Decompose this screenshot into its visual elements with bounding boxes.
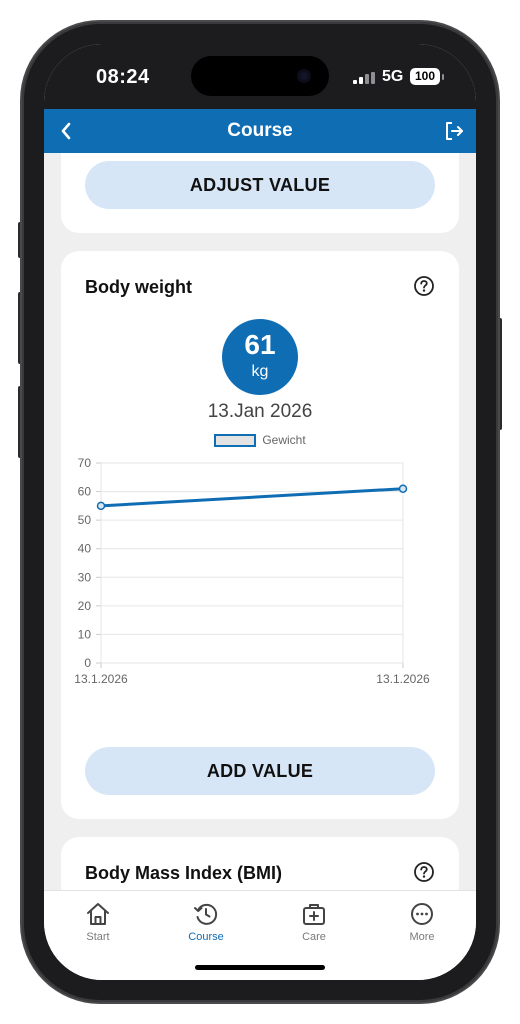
y-tick-label: 20 <box>78 599 92 613</box>
weight-chart: 0 10 20 30 40 50 60 70 13.1.2026 13.1.2026 <box>74 456 430 686</box>
tab-more[interactable]: More <box>382 901 462 949</box>
current-value: 61 <box>244 329 276 360</box>
tab-care[interactable]: Care <box>274 901 354 949</box>
x-tick-label: 13.1.2026 <box>74 672 128 686</box>
legend-label: Gewicht <box>262 433 306 447</box>
x-tick-label: 13.1.2026 <box>376 672 430 686</box>
battery-nub <box>442 74 444 80</box>
previous-card: ADJUST VALUE <box>61 153 459 233</box>
body-weight-card: Body weight 61 kg 13.Jan 2026 Gewicht 0 … <box>61 251 459 819</box>
y-tick-label: 0 <box>84 656 91 670</box>
bmi-card: Body Mass Index (BMI) <box>61 837 459 890</box>
adjust-value-button[interactable]: ADJUST VALUE <box>85 161 435 209</box>
card-title: Body weight <box>85 277 192 297</box>
history-icon <box>194 903 218 925</box>
y-tick-label: 70 <box>78 456 92 470</box>
medical-bag-icon <box>303 904 325 925</box>
more-dots-icon <box>411 903 433 925</box>
home-icon <box>87 903 109 925</box>
tab-label: Start <box>86 931 110 943</box>
tab-course[interactable]: Course <box>166 901 246 949</box>
y-tick-label: 40 <box>78 542 92 556</box>
data-point <box>398 484 408 493</box>
phone-screen: 08:24 5G 100 Course ADJUST VALUE Body we… <box>44 44 476 980</box>
help-circle-icon[interactable] <box>413 275 435 297</box>
app-header: Course <box>44 109 476 153</box>
data-point <box>96 501 106 511</box>
current-value-badge: 61 kg <box>222 319 298 395</box>
tab-bar: Start Course Care More <box>44 890 476 980</box>
camera-icon <box>297 69 311 83</box>
page-title: Course <box>227 120 293 141</box>
network-label: 5G <box>382 68 404 85</box>
signal-icon <box>353 72 377 84</box>
tab-label: More <box>409 931 435 943</box>
status-time: 08:24 <box>96 66 150 88</box>
y-tick-label: 60 <box>78 485 92 499</box>
status-bar: 08:24 5G 100 <box>44 44 476 109</box>
card-title: Body Mass Index (BMI) <box>85 863 283 883</box>
y-tick-label: 50 <box>78 513 92 527</box>
battery-icon: 100 <box>410 68 440 85</box>
chevron-left-icon[interactable] <box>54 109 78 153</box>
tab-label: Care <box>302 931 326 943</box>
home-indicator <box>195 965 325 970</box>
dynamic-island <box>191 56 329 96</box>
y-tick-label: 30 <box>78 570 92 584</box>
logout-icon[interactable] <box>442 109 466 153</box>
tab-start[interactable]: Start <box>58 901 138 949</box>
tab-label: Course <box>188 931 224 943</box>
help-circle-icon[interactable] <box>413 861 435 883</box>
scroll-content[interactable]: ADJUST VALUE Body weight 61 kg 13.Jan 20… <box>44 153 476 890</box>
y-tick-label: 10 <box>78 627 92 641</box>
value-date: 13.Jan 2026 <box>207 401 313 422</box>
value-unit: kg <box>251 363 269 380</box>
chart-legend: Gewicht <box>61 431 459 449</box>
legend-swatch <box>214 433 257 447</box>
add-value-button[interactable]: ADD VALUE <box>85 747 435 795</box>
device-stage: 08:24 5G 100 Course ADJUST VALUE Body we… <box>0 0 520 1024</box>
